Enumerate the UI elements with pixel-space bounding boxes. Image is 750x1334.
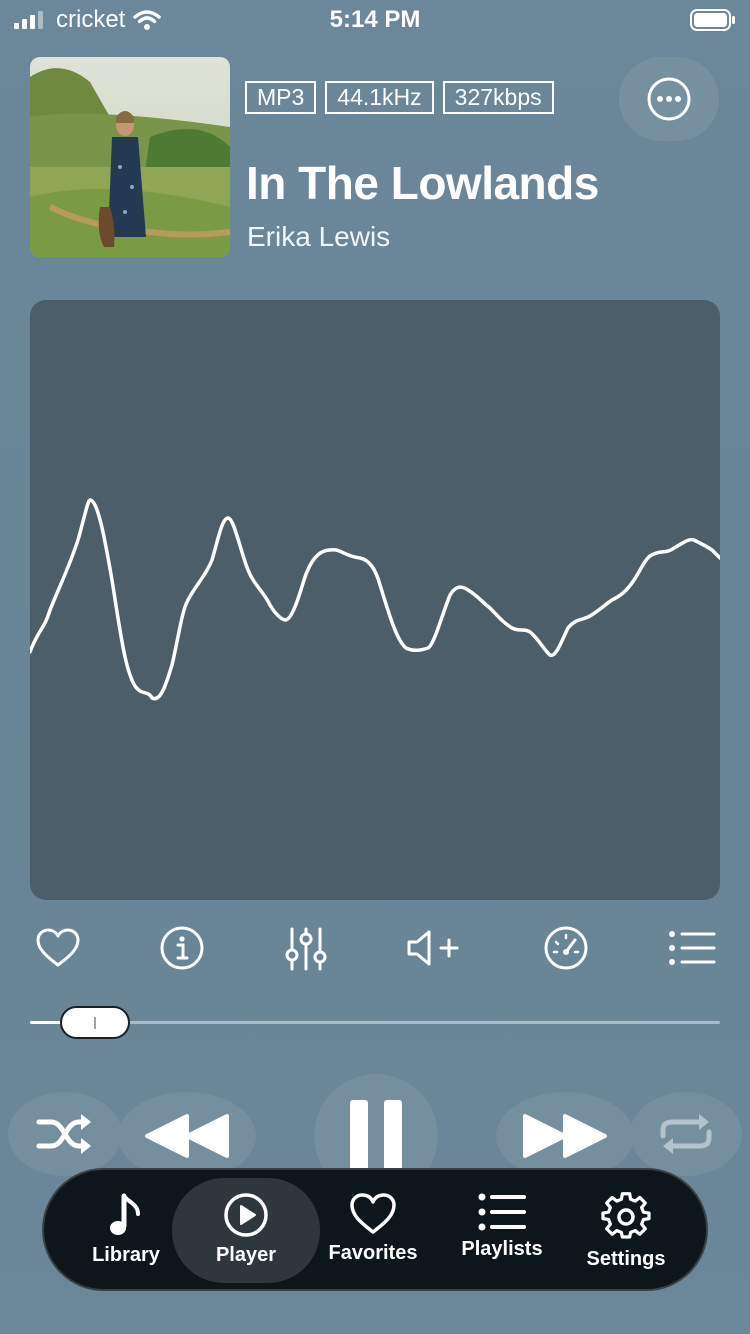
tab-label: Library bbox=[92, 1244, 160, 1266]
playback-speed-button[interactable] bbox=[538, 920, 594, 976]
play-circle-icon bbox=[224, 1193, 268, 1237]
tab-player[interactable]: Player bbox=[172, 1178, 320, 1283]
album-art[interactable] bbox=[30, 57, 230, 257]
tab-favorites[interactable]: Favorites bbox=[322, 1178, 424, 1283]
list-icon bbox=[478, 1193, 526, 1231]
clock: 5:14 PM bbox=[329, 6, 421, 33]
progress-track[interactable] bbox=[30, 1021, 720, 1024]
more-icon bbox=[647, 77, 691, 121]
more-options-button[interactable] bbox=[619, 57, 719, 141]
shuffle-button[interactable] bbox=[8, 1092, 122, 1176]
queue-icon bbox=[669, 931, 716, 965]
tab-settings[interactable]: Settings bbox=[574, 1178, 678, 1283]
rewind-button[interactable] bbox=[118, 1092, 256, 1180]
status-bar: cricket 5:14 PM bbox=[0, 0, 750, 40]
pause-icon bbox=[350, 1100, 402, 1172]
artist-name[interactable]: Erika Lewis bbox=[247, 221, 390, 253]
music-note-icon bbox=[110, 1193, 140, 1235]
progress-thumb[interactable] bbox=[60, 1006, 130, 1039]
format-badges: MP3 44.1kHz 327kbps bbox=[245, 81, 554, 114]
rewind-icon bbox=[145, 1114, 229, 1158]
tab-label: Player bbox=[215, 1244, 277, 1266]
gear-icon bbox=[601, 1192, 651, 1239]
action-row bbox=[30, 920, 720, 976]
equalizer-button[interactable] bbox=[278, 920, 334, 976]
tab-label: Favorites bbox=[328, 1242, 418, 1264]
tab-label: Playlists bbox=[461, 1238, 543, 1260]
format-badge: MP3 bbox=[245, 81, 317, 114]
track-title: In The Lowlands bbox=[246, 157, 599, 209]
transport-controls bbox=[0, 1070, 750, 1198]
sample-rate-badge: 44.1kHz bbox=[325, 81, 434, 114]
equalizer-icon bbox=[285, 927, 327, 971]
waveform-visualizer[interactable] bbox=[30, 300, 720, 900]
heart-icon bbox=[36, 928, 80, 967]
repeat-icon bbox=[660, 1114, 712, 1154]
volume-boost-button[interactable] bbox=[402, 920, 468, 976]
waveform-line bbox=[30, 498, 720, 701]
info-button[interactable] bbox=[154, 920, 210, 976]
heart-icon bbox=[350, 1193, 396, 1234]
repeat-button[interactable] bbox=[630, 1092, 742, 1176]
album-art-image bbox=[30, 57, 230, 257]
tab-label: Settings bbox=[586, 1248, 666, 1270]
volume-plus-icon bbox=[407, 930, 459, 966]
tab-playlists[interactable]: Playlists bbox=[450, 1178, 554, 1283]
fast-forward-button[interactable] bbox=[496, 1092, 634, 1180]
queue-button[interactable] bbox=[664, 920, 720, 976]
tab-bar: Library Player Favorites Playlists Setti… bbox=[42, 1168, 708, 1291]
info-icon bbox=[160, 926, 204, 970]
favorite-button[interactable] bbox=[30, 920, 86, 976]
bitrate-badge: 327kbps bbox=[442, 81, 554, 114]
tab-library[interactable]: Library bbox=[72, 1178, 180, 1283]
battery-icon bbox=[690, 9, 735, 31]
shuffle-icon bbox=[36, 1114, 91, 1154]
speed-icon bbox=[544, 926, 588, 970]
fast-forward-icon bbox=[523, 1114, 607, 1158]
